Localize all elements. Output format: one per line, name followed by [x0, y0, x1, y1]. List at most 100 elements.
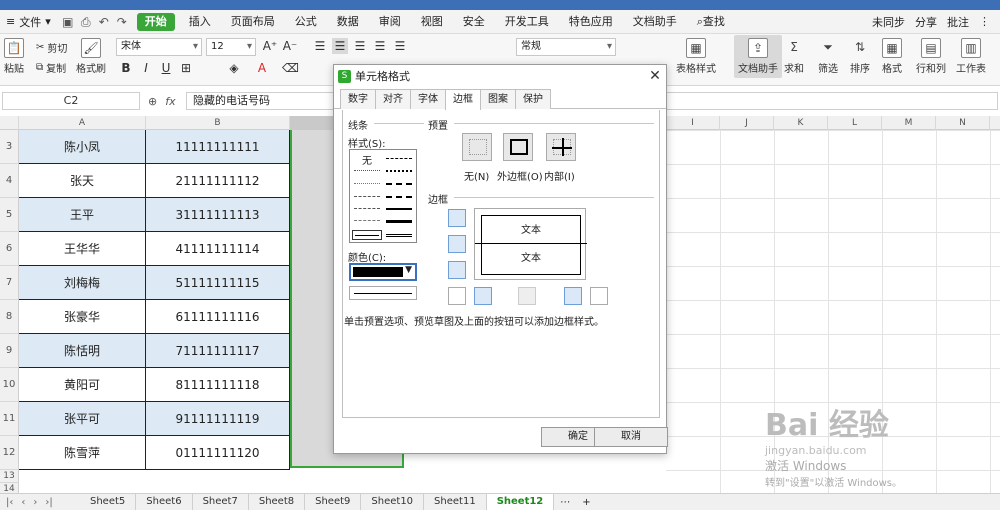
filter-button[interactable]: ⏷ 筛选 — [818, 38, 838, 75]
name-cell[interactable]: 张天 — [19, 164, 146, 198]
row-header[interactable]: 6 — [0, 232, 19, 266]
line-style-option[interactable] — [386, 220, 412, 223]
phone-cell[interactable]: 91111111119 — [146, 402, 290, 436]
line-style-option[interactable] — [386, 196, 412, 198]
name-cell[interactable]: 王华华 — [19, 232, 146, 266]
tab-font[interactable]: 字体 — [410, 89, 446, 109]
tab-sheet7[interactable]: Sheet7 — [193, 494, 249, 510]
col-header-a[interactable]: A — [19, 116, 146, 130]
tab-home[interactable]: 开始 — [136, 12, 175, 31]
format-painter-button[interactable]: 🖌 格式刷 — [76, 38, 106, 75]
col-header-i[interactable]: I — [666, 116, 720, 130]
phone-cell[interactable]: 61111111116 — [146, 300, 290, 334]
tab-developer[interactable]: 开发工具 — [495, 10, 559, 34]
color-select[interactable]: ▼ — [349, 263, 417, 281]
line-style-option[interactable] — [354, 183, 380, 184]
italic-icon[interactable]: I — [138, 60, 154, 76]
sync-status[interactable]: 未同步 — [872, 14, 905, 30]
tab-border[interactable]: 边框 — [445, 89, 481, 110]
shrink-font-icon[interactable]: A⁻ — [282, 38, 298, 54]
copy-button[interactable]: ⧉ 复制 — [36, 60, 66, 75]
zoom-icon[interactable]: ⊕ — [148, 95, 157, 108]
redo-icon[interactable]: ↷ — [115, 15, 129, 29]
phone-cell[interactable]: 51111111115 — [146, 266, 290, 300]
format-button[interactable]: ▦ 格式 — [882, 38, 902, 75]
name-cell[interactable]: 陈雪萍 — [19, 436, 146, 470]
border-top-button[interactable] — [448, 209, 466, 227]
line-style-option[interactable] — [386, 208, 412, 210]
tab-protection[interactable]: 保护 — [515, 89, 551, 109]
row-header[interactable]: 4 — [0, 164, 19, 198]
eraser-icon[interactable]: ⌫ — [282, 60, 299, 76]
share-button[interactable]: 分享 — [915, 14, 937, 30]
name-box[interactable]: C2 — [2, 92, 140, 110]
last-sheet-icon[interactable]: ›| — [45, 497, 52, 508]
name-cell[interactable]: 张豪华 — [19, 300, 146, 334]
name-cell[interactable]: 刘梅梅 — [19, 266, 146, 300]
line-style-list[interactable]: 无 — [349, 149, 417, 243]
align-bottom-icon[interactable]: ☰ — [352, 38, 368, 54]
undo-icon[interactable]: ↶ — [97, 15, 111, 29]
tab-sheet6[interactable]: Sheet6 — [136, 494, 193, 510]
phone-cell[interactable]: 21111111112 — [146, 164, 290, 198]
tab-page-layout[interactable]: 页面布局 — [221, 10, 285, 34]
align-right-icon[interactable]: ☰ — [392, 38, 408, 54]
prev-sheet-icon[interactable]: ‹ — [21, 497, 25, 508]
paste-button[interactable]: 📋 粘贴 — [4, 38, 24, 75]
row-header[interactable]: 3 — [0, 130, 19, 164]
line-style-option[interactable] — [354, 208, 380, 209]
line-style-option[interactable] — [386, 170, 412, 172]
add-sheet-icon[interactable]: + — [576, 497, 596, 508]
row-header[interactable]: 9 — [0, 334, 19, 368]
row-header[interactable]: 7 — [0, 266, 19, 300]
save-icon[interactable]: ▣ — [61, 15, 75, 29]
tab-sheet10[interactable]: Sheet10 — [361, 494, 425, 510]
tab-find[interactable]: ⌕查找 — [687, 10, 735, 34]
col-header-m[interactable]: M — [882, 116, 936, 130]
line-style-option[interactable] — [354, 170, 380, 171]
row-header[interactable]: 10 — [0, 368, 19, 402]
more-sheets-icon[interactable]: ⋯ — [554, 497, 576, 508]
phone-cell[interactable]: 71111111117 — [146, 334, 290, 368]
align-top-icon[interactable]: ☰ — [312, 38, 328, 54]
cut-button[interactable]: ✂ 剪切 — [36, 40, 67, 55]
border-center-vertical-button[interactable] — [518, 287, 536, 305]
line-style-option[interactable] — [386, 234, 412, 237]
tab-sheet5[interactable]: Sheet5 — [80, 494, 137, 510]
border-diagonal-up-button[interactable] — [448, 287, 466, 305]
line-style-option-selected[interactable] — [355, 235, 379, 236]
comment-button[interactable]: 批注 — [947, 14, 969, 30]
preset-none-button[interactable] — [462, 133, 492, 161]
tab-doc-assistant[interactable]: 文档助手 — [623, 10, 687, 34]
table-style-button[interactable]: ▦ 表格样式 — [676, 38, 716, 75]
fill-color-icon[interactable]: ◈ — [226, 60, 242, 76]
tab-review[interactable]: 审阅 — [369, 10, 411, 34]
row-header[interactable]: 5 — [0, 198, 19, 232]
border-bottom-button[interactable] — [448, 261, 466, 279]
name-cell[interactable]: 陈小凤 — [19, 130, 146, 164]
border-diagonal-down-button[interactable] — [590, 287, 608, 305]
number-format-select[interactable]: 常规 — [516, 38, 616, 56]
next-sheet-icon[interactable]: › — [33, 497, 37, 508]
tab-sheet12[interactable]: Sheet12 — [486, 494, 555, 510]
sum-button[interactable]: Σ 求和 — [784, 38, 804, 75]
tab-security[interactable]: 安全 — [453, 10, 495, 34]
name-cell[interactable]: 黄阳可 — [19, 368, 146, 402]
grow-font-icon[interactable]: A⁺ — [262, 38, 278, 54]
doc-assistant-button[interactable]: ⇪ 文档助手 — [734, 35, 782, 78]
row-header[interactable]: 12 — [0, 436, 19, 470]
border-right-button[interactable] — [564, 287, 582, 305]
fx-icon[interactable]: fx — [165, 95, 175, 108]
tab-view[interactable]: 视图 — [411, 10, 453, 34]
cancel-button[interactable]: 取消 — [594, 427, 668, 447]
phone-cell[interactable]: 81111111118 — [146, 368, 290, 402]
underline-icon[interactable]: U — [158, 60, 174, 76]
select-all-corner[interactable] — [0, 116, 19, 130]
tab-pattern[interactable]: 图案 — [480, 89, 516, 109]
phone-cell[interactable]: 01111111120 — [146, 436, 290, 470]
row-header[interactable]: 8 — [0, 300, 19, 334]
name-cell[interactable]: 王平 — [19, 198, 146, 232]
border-preview[interactable]: 文本 文本 — [474, 208, 587, 280]
col-header-j[interactable]: J — [720, 116, 774, 130]
tab-alignment[interactable]: 对齐 — [375, 89, 411, 109]
